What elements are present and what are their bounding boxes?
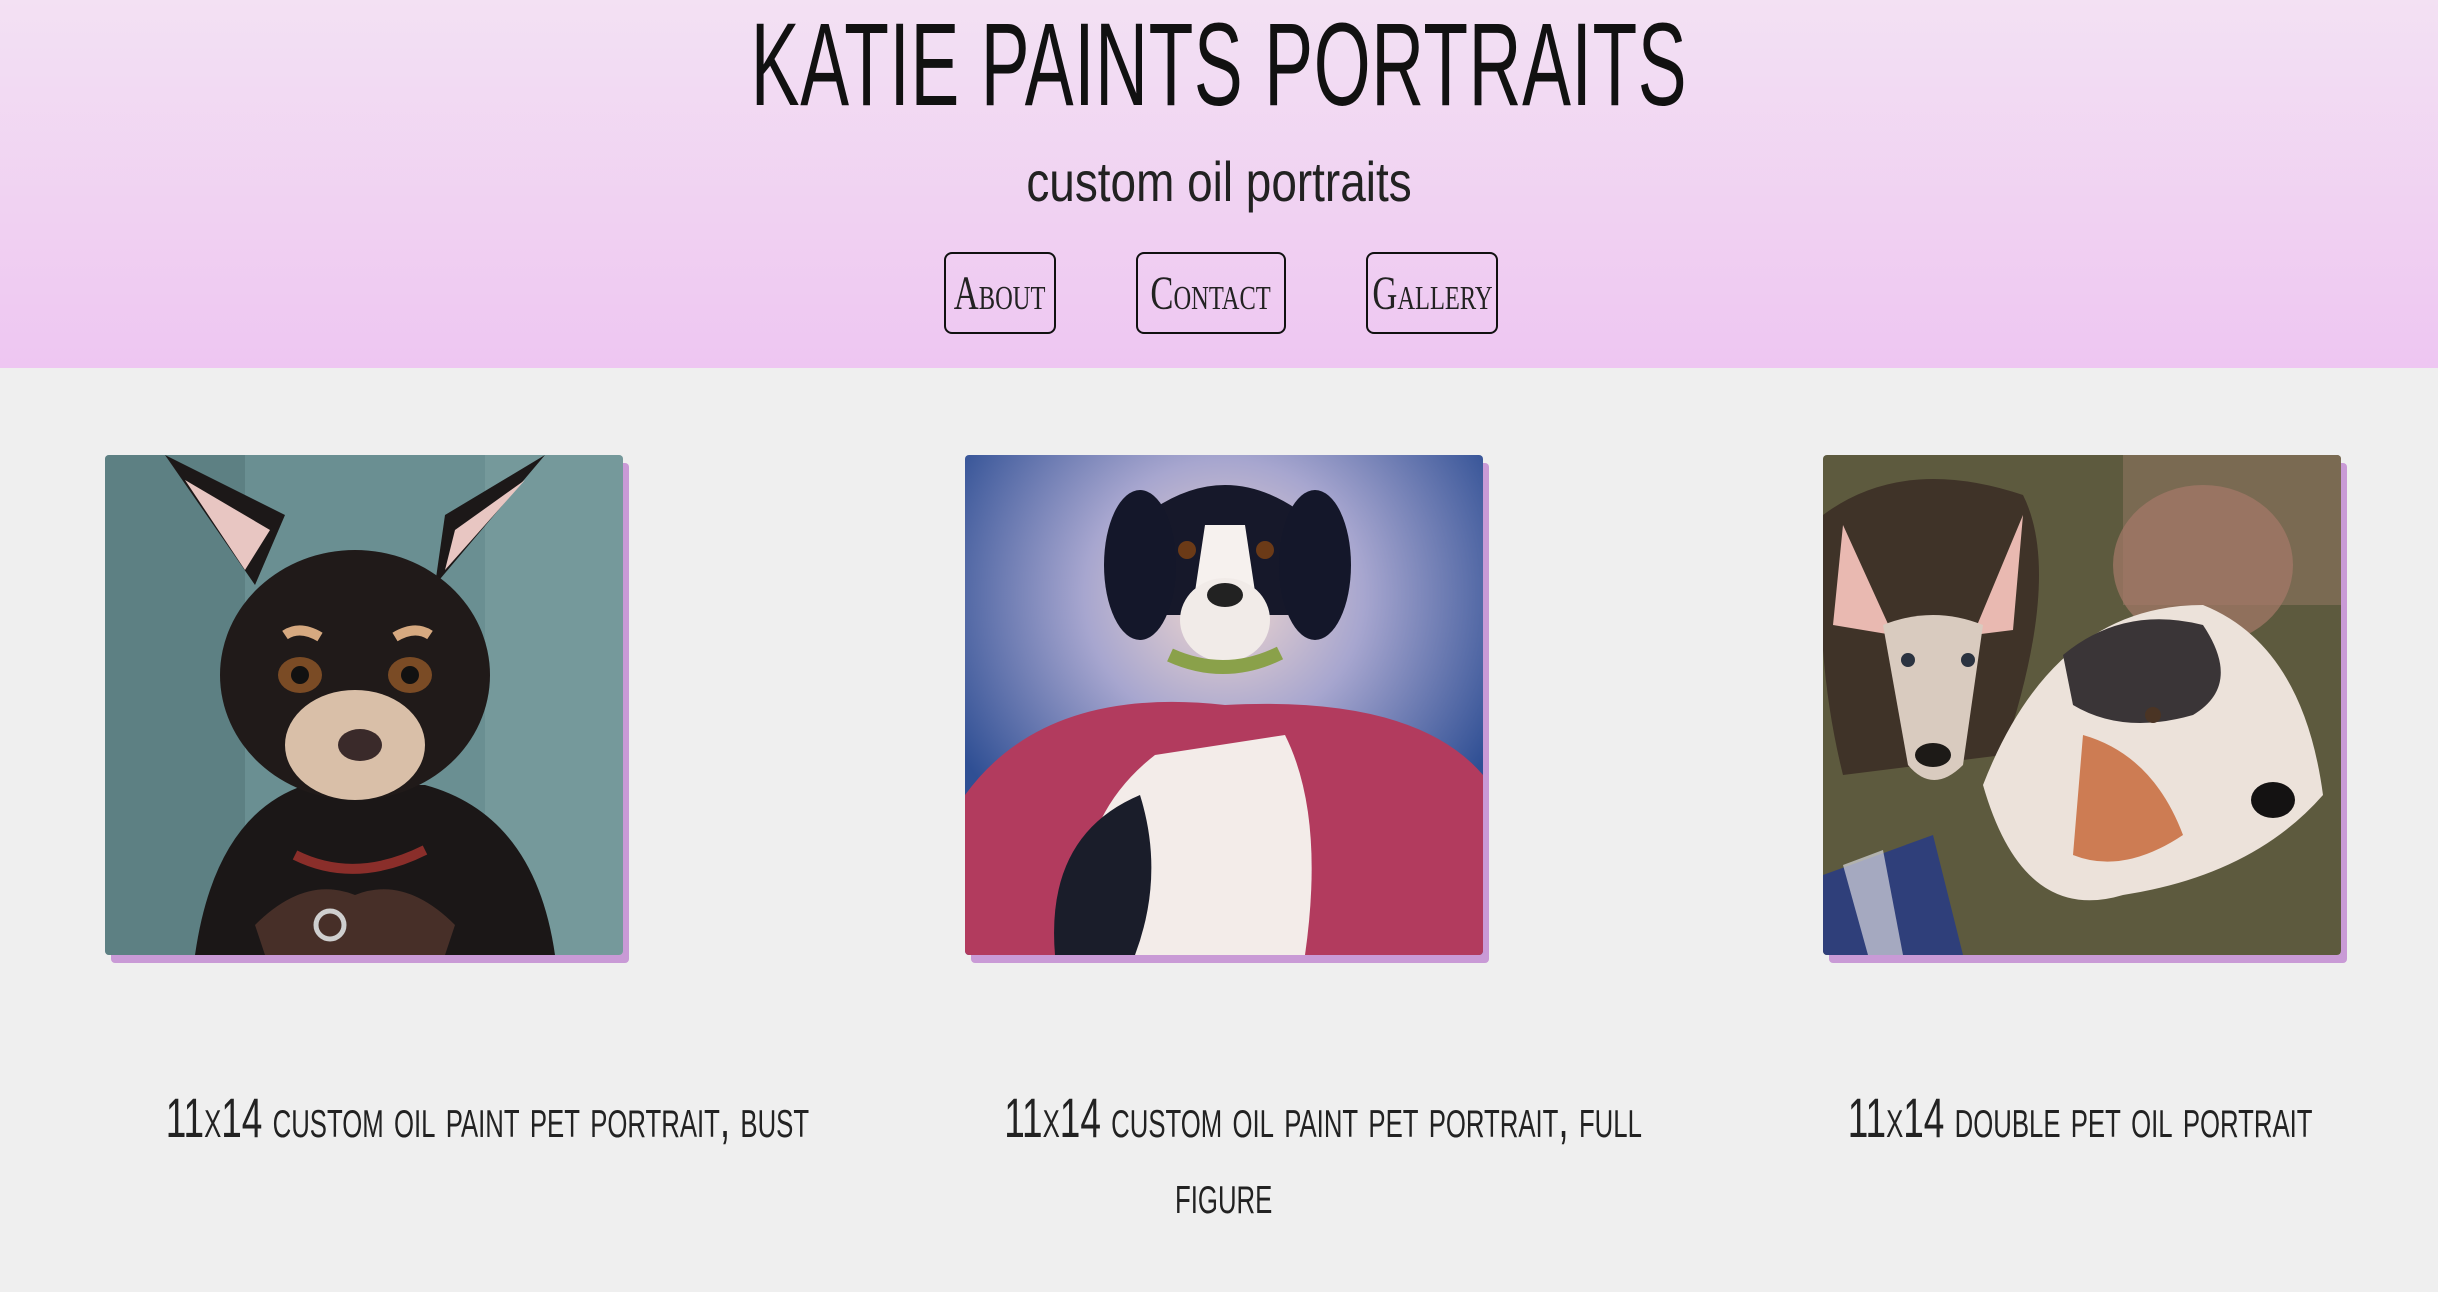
nav-gallery-label: Gallery bbox=[1371, 266, 1493, 320]
nav-contact-button[interactable]: Contact bbox=[1136, 252, 1286, 334]
husky-and-aussie-portrait-painting bbox=[1823, 455, 2341, 955]
product-caption-2-line2: figure bbox=[1175, 1162, 1273, 1225]
product-caption-2[interactable]: 11x14 custom oil paint pet portrait, ful… bbox=[840, 1080, 1642, 1232]
product-image-3[interactable] bbox=[1823, 455, 2341, 955]
beagle-portrait-painting bbox=[965, 455, 1483, 955]
product-caption-1[interactable]: 11x14 custom oil paint pet portrait, bus… bbox=[0, 1080, 809, 1156]
product-caption-3-text: 11x14 double pet oil portrait bbox=[1847, 1086, 2313, 1149]
chihuahua-portrait-painting bbox=[105, 455, 623, 955]
nav-about-label: About bbox=[954, 266, 1046, 320]
product-caption-1-text: 11x14 custom oil paint pet portrait, bus… bbox=[165, 1086, 810, 1149]
site-title: Katie Paints Portraits bbox=[750, 0, 1688, 131]
nav-contact-label: Contact bbox=[1150, 266, 1272, 320]
site-header: Katie Paints Portraits custom oil portra… bbox=[0, 0, 2438, 368]
product-image-1[interactable] bbox=[105, 455, 623, 955]
product-caption-2-line1: 11x14 custom oil paint pet portrait, ful… bbox=[1004, 1086, 1642, 1149]
product-caption-3[interactable]: 11x14 double pet oil portrait bbox=[1700, 1080, 2438, 1156]
nav-about-button[interactable]: About bbox=[944, 252, 1056, 334]
nav-gallery-button[interactable]: Gallery bbox=[1366, 252, 1498, 334]
product-image-2[interactable] bbox=[965, 455, 1483, 955]
site-subtitle: custom oil portraits bbox=[1026, 150, 1412, 213]
